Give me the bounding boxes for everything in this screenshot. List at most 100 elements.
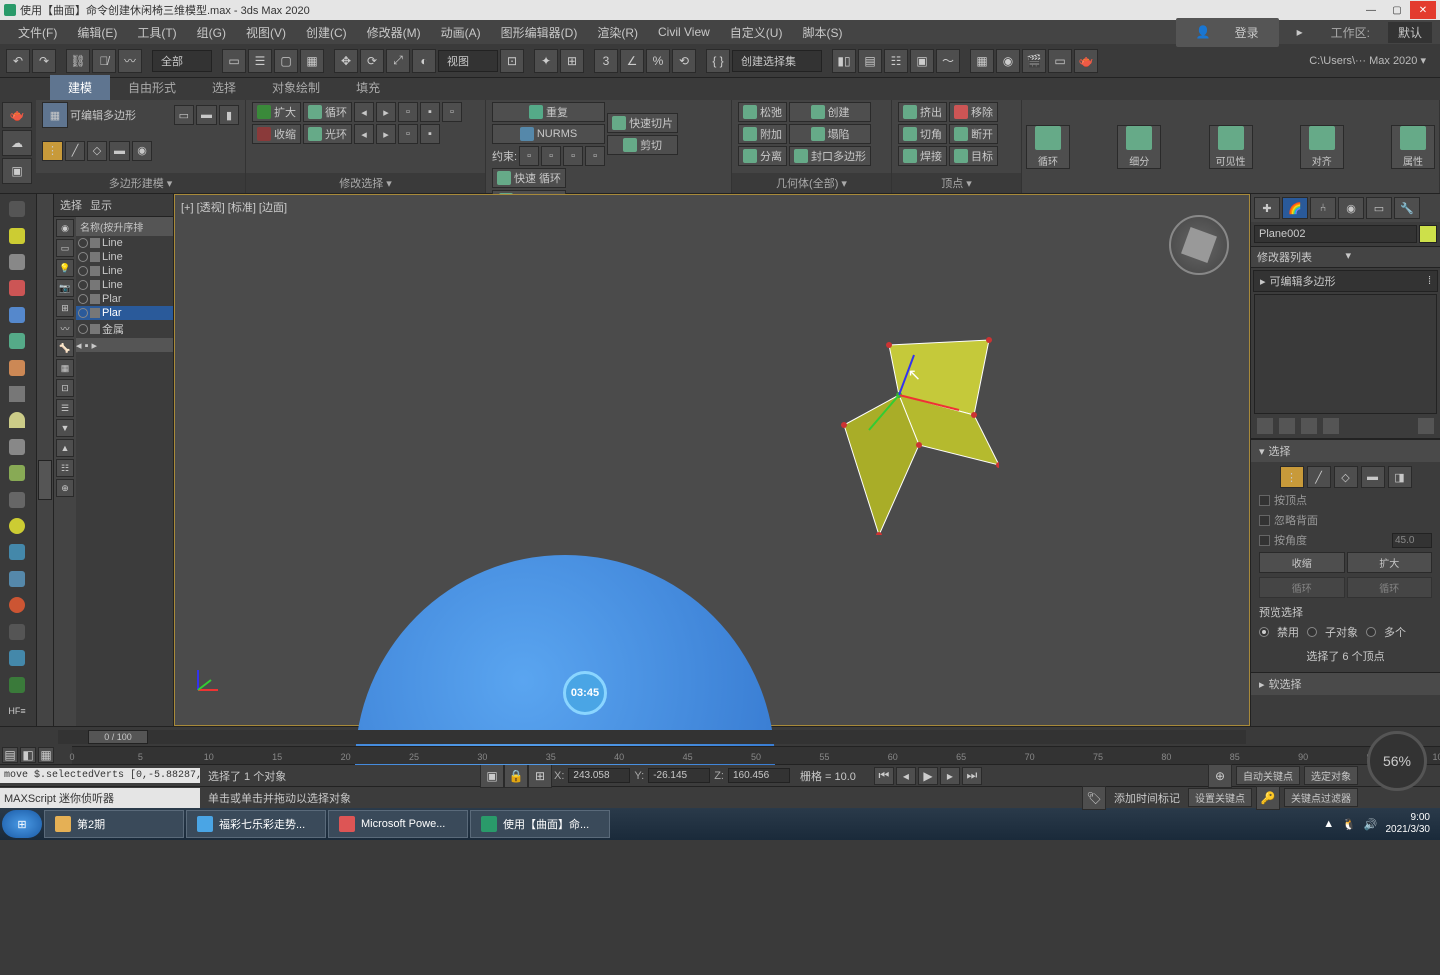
constraint-face[interactable]: ▫ (563, 146, 583, 166)
object-name-input[interactable] (1254, 225, 1417, 243)
nav-dial[interactable]: 56% (1367, 731, 1427, 791)
sel-vertex[interactable]: ⋮ (1280, 466, 1304, 488)
tray-icon-1[interactable]: ▲ (1323, 818, 1334, 830)
epoly-mode-icon[interactable]: ▦ (42, 102, 68, 128)
cut-button[interactable]: 剪切 (607, 135, 678, 155)
tray-icon-3[interactable]: 🔊 (1364, 818, 1378, 831)
bind-button[interactable]: 〰 (118, 49, 142, 73)
cmd-tab-create[interactable]: ✚ (1254, 197, 1280, 219)
angle-input[interactable] (1392, 533, 1432, 548)
subobj-element[interactable]: ◉ (132, 141, 152, 161)
constraint-edge[interactable]: ▫ (541, 146, 561, 166)
cmd-tab-motion[interactable]: ◉ (1338, 197, 1364, 219)
sel-edge[interactable]: ╱ (1307, 466, 1331, 488)
se-tool-10[interactable]: ☰ (56, 399, 74, 417)
time-knob[interactable]: 0 / 100 (88, 730, 148, 744)
strip-icon-7[interactable] (3, 356, 31, 378)
modifier-list-dropdown[interactable]: 修改器列表▾ (1251, 246, 1440, 268)
system-clock[interactable]: 9:00 2021/3/30 (1386, 812, 1431, 836)
coord-x[interactable]: 243.058 (568, 768, 630, 783)
sel-loop-button[interactable]: 循环 (1259, 577, 1345, 598)
autokey-button[interactable]: 自动关键点 (1236, 766, 1300, 785)
workspace-dropdown[interactable]: 默认 (1388, 22, 1432, 43)
maxscript-listener-label[interactable]: MAXScript 迷你侦听器 (0, 788, 200, 808)
strip-icon-18[interactable] (3, 647, 31, 669)
se-tool-5[interactable]: ⊞ (56, 299, 74, 317)
coord-z[interactable]: 160.456 (728, 768, 790, 783)
render-button[interactable]: 🫖 (1074, 49, 1098, 73)
subobj-edge[interactable]: ╱ (65, 141, 85, 161)
ring-button[interactable]: 光环 (303, 124, 352, 144)
coord-mode-icon[interactable]: ⊞ (528, 764, 552, 788)
se-column-header[interactable]: 名称(按升序排 (76, 217, 173, 236)
ribbon-group-geom[interactable]: 几何体(全部) ▾ (732, 173, 891, 193)
se-item-3[interactable]: Line (76, 278, 173, 292)
ribbon-tab-selection[interactable]: 选择 (194, 75, 254, 100)
se-tool-8[interactable]: ▦ (56, 359, 74, 377)
ribbon-group-vertex[interactable]: 顶点 ▾ (892, 173, 1021, 193)
se-tool-1[interactable]: ◉ (56, 219, 74, 237)
align-button[interactable]: ▤ (858, 49, 882, 73)
manip-button[interactable]: ✦ (534, 49, 558, 73)
strip-icon-3[interactable] (3, 251, 31, 273)
chk-byvertex[interactable] (1259, 495, 1270, 506)
menu-edit[interactable]: 编辑(E) (67, 20, 127, 45)
grow-button[interactable]: 扩大 (252, 102, 301, 122)
collapse-handle-icon[interactable] (38, 460, 52, 500)
preview-off-icon[interactable]: ▭ (174, 105, 194, 125)
sel-element[interactable]: ◨ (1388, 466, 1412, 488)
constraint-none[interactable]: ▫ (519, 146, 539, 166)
se-tool-13[interactable]: ☷ (56, 459, 74, 477)
break-button[interactable]: 断开 (949, 124, 998, 144)
goto-start-button[interactable]: ⏮ (874, 767, 894, 785)
attach-button[interactable]: 附加 (738, 124, 787, 144)
strip-icon-8[interactable] (3, 383, 31, 405)
align-panel[interactable]: 对齐 (1300, 125, 1344, 169)
quickslice-button[interactable]: 快速切片 (607, 113, 678, 133)
track-icon-1[interactable]: ▤ (2, 747, 18, 763)
radio-subobj[interactable] (1307, 627, 1317, 637)
constraint-normal[interactable]: ▫ (585, 146, 605, 166)
se-tab-display[interactable]: 显示 (90, 197, 112, 213)
visibility-panel[interactable]: 可见性 (1209, 125, 1253, 169)
chk-ignoreback[interactable] (1259, 515, 1270, 526)
material-editor-button[interactable]: ◉ (996, 49, 1020, 73)
ribbon-group-modsel[interactable]: 修改选择 ▾ (246, 173, 485, 193)
login-button[interactable]: 👤 登录 (1176, 18, 1279, 47)
strip-icon-14[interactable] (3, 541, 31, 563)
strip-icon-5[interactable] (3, 304, 31, 326)
cmd-tab-utilities[interactable]: 🔧 (1394, 197, 1420, 219)
menu-create[interactable]: 创建(C) (296, 20, 357, 45)
goto-end-button[interactable]: ⏭ (962, 767, 982, 785)
editset-button[interactable]: { } (706, 49, 730, 73)
se-item-4[interactable]: Plar (76, 292, 173, 306)
sel-grow-button[interactable]: 扩大 (1347, 552, 1433, 573)
strip-icon-15[interactable] (3, 568, 31, 590)
relax-button[interactable]: 松弛 (738, 102, 787, 122)
strip-icon-13[interactable] (3, 515, 31, 537)
strip-icon-12[interactable] (3, 488, 31, 510)
close-button[interactable]: ✕ (1410, 1, 1436, 19)
cmd-tab-hierarchy[interactable]: ⑃ (1310, 197, 1336, 219)
menu-modifiers[interactable]: 修改器(M) (357, 20, 431, 45)
scale-button[interactable]: ⤢ (386, 49, 410, 73)
menu-tools[interactable]: 工具(T) (127, 20, 186, 45)
msel-b[interactable]: ▪ (420, 102, 440, 122)
maximize-button[interactable]: ▢ (1384, 1, 1410, 19)
se-item-0[interactable]: Line (76, 236, 173, 250)
show-end-icon[interactable] (1279, 418, 1295, 434)
collapse-button[interactable]: 塌陷 (789, 124, 871, 144)
properties-panel[interactable]: 属性 (1391, 125, 1435, 169)
menu-rendering[interactable]: 渲染(R) (587, 20, 648, 45)
detach-button[interactable]: 分离 (738, 146, 787, 166)
maxscript-input[interactable]: move $.selectedVerts [0,-5.88287,0 (0, 768, 200, 783)
cap-button[interactable]: 封口多边形 (789, 146, 871, 166)
remove-button[interactable]: 移除 (949, 102, 998, 122)
configure-icon[interactable] (1418, 418, 1434, 434)
sel-shrink-button[interactable]: 收缩 (1259, 552, 1345, 573)
render-frame-button[interactable]: ▭ (1048, 49, 1072, 73)
ribbon-group-polymodel[interactable]: 多边形建模 ▾ (36, 173, 245, 193)
weld-button[interactable]: 焊接 (898, 146, 947, 166)
setkey-button[interactable]: 设置关键点 (1188, 788, 1252, 807)
quickloop-button[interactable]: 快速 循环 (492, 168, 566, 188)
